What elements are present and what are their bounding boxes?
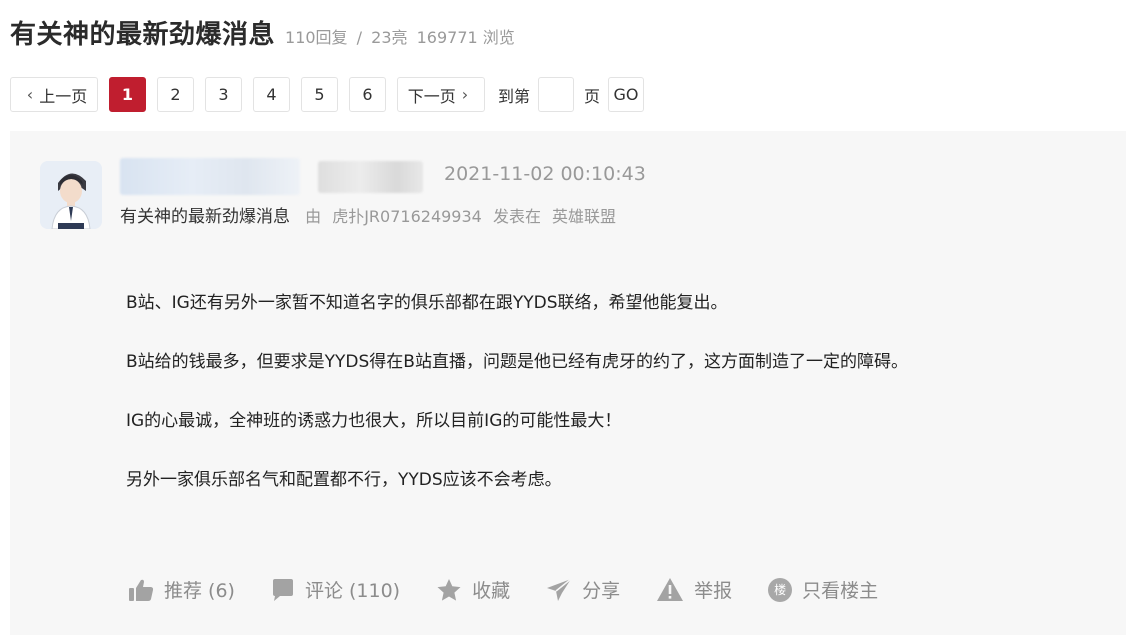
stats-separator: / — [356, 28, 363, 47]
post-timestamp: 2021-11-02 00:10:43 — [444, 163, 646, 185]
chevron-right-icon: › — [461, 85, 469, 104]
report-button[interactable]: 举报 — [656, 576, 732, 603]
favorite-button[interactable]: 收藏 — [436, 576, 510, 603]
star-icon — [437, 578, 461, 601]
avatar[interactable] — [40, 161, 102, 229]
by-label: 由 — [305, 207, 322, 226]
view-count: 169771 浏览 — [416, 28, 515, 47]
page-button-3[interactable]: 3 — [205, 77, 242, 112]
post-actions: 推荐 (6) 评论 (110) 收藏 分享 举报 楼 只看楼主 — [128, 576, 914, 603]
prev-page-label: 上一页 — [39, 86, 88, 106]
page-unit-label: 页 — [584, 86, 601, 106]
comment-button[interactable]: 评论 (110) — [271, 576, 400, 603]
author-link[interactable]: 虎扑JR0716249934 — [332, 207, 482, 226]
chevron-left-icon: ‹ — [26, 85, 34, 104]
like-count: 23亮 — [371, 28, 408, 47]
user-badge-obscured — [318, 161, 423, 193]
posted-in-label: 发表在 — [492, 207, 541, 226]
go-button[interactable]: GO — [608, 77, 645, 112]
next-page-button[interactable]: 下一页 › — [397, 77, 485, 112]
page-button-2[interactable]: 2 — [157, 77, 194, 112]
comment-icon — [272, 578, 293, 601]
thread-header: 有关神的最新劲爆消息 110回复 / 23亮 169771 浏览 — [10, 14, 519, 51]
post-paragraph: B站、IG还有另外一家暂不知道名字的俱乐部都在跟YYDS联络，希望他能复出。 — [126, 293, 728, 313]
post-paragraph: 另外一家俱乐部名气和配置都不行，YYDS应该不会考虑。 — [126, 470, 562, 490]
page-button-4[interactable]: 4 — [253, 77, 290, 112]
post-paragraph: B站给的钱最多，但要求是YYDS得在B站直播，问题是他已经有虎牙的约了，这方面制… — [126, 352, 908, 372]
goto-label: 到第 — [498, 86, 531, 106]
page-button-5[interactable]: 5 — [301, 77, 338, 112]
reply-count: 110回复 — [285, 28, 348, 47]
only-op-label: 只看楼主 — [802, 580, 879, 602]
username-obscured[interactable] — [120, 158, 300, 195]
post-meta: 有关神的最新劲爆消息 由 虎扑JR0716249934 发表在 英雄联盟 — [120, 202, 622, 227]
thread-title: 有关神的最新劲爆消息 — [10, 20, 276, 50]
next-page-label: 下一页 — [407, 86, 456, 106]
recommend-label: 推荐 (6) — [164, 580, 235, 602]
post-thread-title: 有关神的最新劲爆消息 — [120, 207, 290, 227]
recommend-button[interactable]: 推荐 (6) — [128, 576, 235, 603]
page-button-6[interactable]: 6 — [349, 77, 386, 112]
forum-link[interactable]: 英雄联盟 — [552, 207, 616, 226]
only-op-button[interactable]: 楼 只看楼主 — [768, 576, 878, 603]
louzhu-icon: 楼 — [768, 577, 793, 602]
thumbs-up-icon — [129, 579, 154, 601]
prev-page-button[interactable]: ‹ 上一页 — [10, 77, 98, 112]
comment-label: 评论 (110) — [304, 580, 401, 602]
page-number-input[interactable] — [538, 77, 575, 112]
warning-icon — [657, 578, 684, 601]
share-label: 分享 — [582, 580, 621, 602]
report-label: 举报 — [694, 580, 733, 602]
thread-stats: 110回复 / 23亮 169771 浏览 — [285, 24, 519, 48]
favorite-label: 收藏 — [472, 580, 511, 602]
post-content: B站、IG还有另外一家暂不知道名字的俱乐部都在跟YYDS联络，希望他能复出。 B… — [126, 289, 1086, 525]
post-card: 2021-11-02 00:10:43 有关神的最新劲爆消息 由 虎扑JR071… — [10, 131, 1126, 635]
post-paragraph: IG的心最诚，全神班的诱惑力也很大，所以目前IG的可能性最大！ — [126, 411, 622, 431]
share-button[interactable]: 分享 — [546, 576, 620, 603]
page-button-1[interactable]: 1 — [109, 77, 146, 112]
pagination: ‹ 上一页 1 2 3 4 5 6 下一页 › 到第 页 GO — [10, 77, 645, 112]
share-icon — [547, 577, 572, 601]
